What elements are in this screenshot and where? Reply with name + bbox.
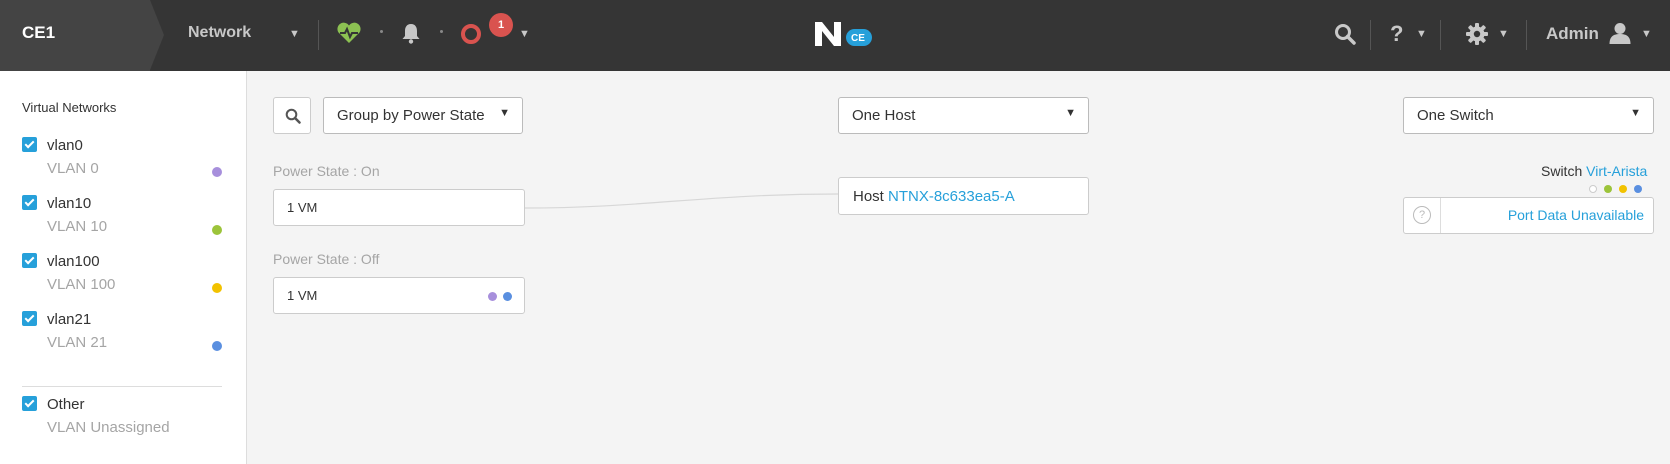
network-item-vlan100[interactable]: vlan100 VLAN 100 [0, 253, 247, 305]
switch-color-dot [1589, 185, 1597, 193]
network-color-dot [212, 341, 222, 351]
chevron-down-icon[interactable]: ▼ [1641, 28, 1652, 40]
switch-prefix: Switch [1541, 163, 1583, 179]
switch-name-link[interactable]: Virt-Arista [1586, 163, 1647, 179]
help-icon[interactable]: ? [1390, 21, 1403, 47]
virtual-networks-sidebar: Virtual Networks vlan0 VLAN 0 vlan10 VLA… [0, 71, 247, 464]
checkbox-checked[interactable] [22, 311, 37, 326]
chevron-down-icon[interactable]: ▼ [1498, 28, 1509, 40]
divider [1370, 20, 1371, 50]
checkbox-checked[interactable] [22, 137, 37, 152]
vm-group-power-on[interactable]: 1 VM [273, 189, 525, 226]
vm-group-power-off[interactable]: 1 VM [273, 277, 525, 314]
search-icon[interactable] [1334, 23, 1356, 45]
network-vlan: VLAN 10 [47, 218, 108, 235]
switch-color-dot [1619, 185, 1627, 193]
chevron-down-icon: ▼ [1630, 107, 1641, 119]
group-by-select[interactable]: Group by Power State ▼ [323, 97, 523, 134]
checkbox-checked[interactable] [22, 195, 37, 210]
host-label: Host NTNX-8c633ea5-A [853, 188, 1015, 205]
group-label-power-off: Power State : Off [273, 251, 380, 267]
search-icon [285, 108, 301, 124]
vm-count: 1 VM [287, 288, 318, 303]
switch-color-dot [1634, 185, 1642, 193]
network-name: vlan0 [47, 137, 83, 154]
logo-badge-text: CE [851, 33, 865, 44]
network-vlan: VLAN 100 [47, 276, 116, 293]
port-help-cell: ? [1404, 198, 1441, 233]
gear-icon[interactable] [1465, 22, 1489, 46]
health-heart-icon[interactable] [336, 22, 362, 44]
vm-host-connection-line [525, 193, 839, 209]
network-color-dot [488, 292, 497, 301]
network-name: vlan100 [47, 253, 100, 270]
chevron-down-icon[interactable]: ▼ [519, 28, 530, 40]
top-navigation-bar: CE1 Network ▼ 1 ▼ CE ? ▼ ▼ Admin ▼ [0, 0, 1670, 71]
chevron-down-icon[interactable]: ▼ [289, 28, 300, 40]
network-color-dot [503, 292, 512, 301]
chevron-down-icon: ▼ [499, 107, 510, 119]
sidebar-title: Virtual Networks [22, 100, 117, 115]
alert-ring-icon[interactable] [460, 23, 482, 45]
network-vlan: VLAN Unassigned [47, 419, 170, 436]
port-status-link[interactable]: Port Data Unavailable [1508, 207, 1644, 223]
divider [318, 20, 319, 50]
select-value: One Host [852, 107, 916, 124]
user-name[interactable]: Admin [1546, 24, 1599, 44]
network-name: Other [47, 396, 85, 413]
host-prefix: Host [853, 188, 884, 205]
network-item-vlan10[interactable]: vlan10 VLAN 10 [0, 195, 247, 247]
network-name: vlan21 [47, 311, 92, 328]
network-color-dot [212, 283, 222, 293]
divider [1440, 20, 1441, 50]
network-color-dot [212, 167, 222, 177]
divider-dot [440, 30, 443, 33]
cluster-name-tab[interactable]: CE1 [0, 0, 164, 71]
network-item-other[interactable]: Other VLAN Unassigned [0, 396, 247, 448]
host-select[interactable]: One Host ▼ [838, 97, 1089, 134]
host-card[interactable]: Host NTNX-8c633ea5-A [838, 177, 1089, 215]
group-label-power-on: Power State : On [273, 163, 380, 179]
network-item-vlan21[interactable]: vlan21 VLAN 21 [0, 311, 247, 363]
network-item-vlan0[interactable]: vlan0 VLAN 0 [0, 137, 247, 189]
network-name: vlan10 [47, 195, 92, 212]
question-circle-icon[interactable]: ? [1413, 206, 1431, 224]
host-name-link[interactable]: NTNX-8c633ea5-A [888, 188, 1015, 205]
switch-select[interactable]: One Switch ▼ [1403, 97, 1654, 134]
port-data-card[interactable]: ? Port Data Unavailable [1403, 197, 1654, 234]
user-avatar-icon[interactable] [1608, 21, 1632, 45]
checkbox-checked[interactable] [22, 396, 37, 411]
network-color-dot [212, 225, 222, 235]
divider-dot [380, 30, 383, 33]
network-vlan: VLAN 0 [47, 160, 99, 177]
alert-count-badge: 1 [489, 13, 513, 37]
network-vlan: VLAN 21 [47, 334, 108, 351]
select-value: Group by Power State [337, 107, 485, 124]
switch-color-dot [1604, 185, 1612, 193]
select-value: One Switch [1417, 107, 1494, 124]
cluster-name: CE1 [22, 23, 56, 42]
bell-icon[interactable] [400, 22, 422, 44]
filter-search-button[interactable] [273, 97, 311, 134]
switch-label: Switch Virt-Arista [1541, 163, 1647, 179]
main-menu-label[interactable]: Network [188, 24, 251, 42]
chevron-down-icon: ▼ [1065, 107, 1076, 119]
divider [1526, 20, 1527, 50]
chevron-down-icon[interactable]: ▼ [1416, 28, 1427, 40]
vm-count: 1 VM [287, 200, 318, 215]
checkbox-checked[interactable] [22, 253, 37, 268]
sidebar-divider [22, 386, 222, 387]
